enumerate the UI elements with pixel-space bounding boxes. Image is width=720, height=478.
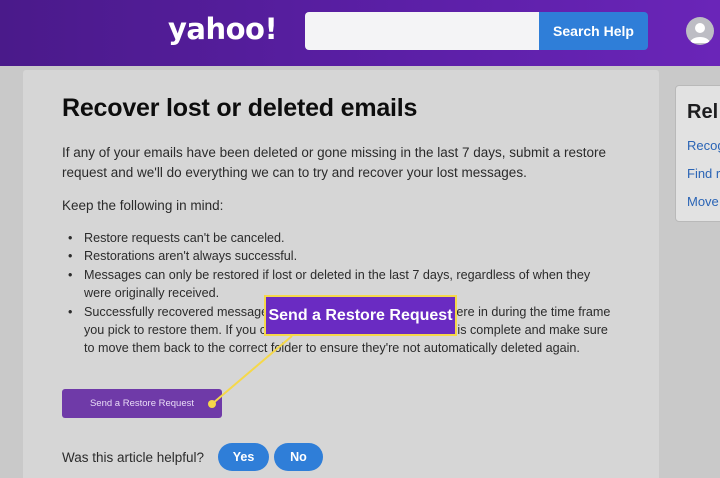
related-link[interactable]: Find r [687,166,720,181]
callout-label: Send a Restore Request [264,295,457,336]
yahoo-logo[interactable]: yahoo! [168,12,278,46]
search-input[interactable] [305,12,541,50]
user-avatar-icon[interactable] [686,17,714,45]
send-restore-request-button[interactable]: Send a Restore Request [62,389,222,418]
helpful-question: Was this article helpful? [62,450,205,465]
related-link[interactable]: Move [687,194,719,209]
notes-list: Restore requests can't be canceled. Rest… [68,229,616,358]
list-item: Restore requests can't be canceled. [68,229,616,248]
yes-button[interactable]: Yes [218,443,269,471]
list-item: Restorations aren't always successful. [68,247,616,266]
article-intro: If any of your emails have been deleted … [62,145,607,180]
page-title: Recover lost or deleted emails [62,94,418,122]
search-help-button[interactable]: Search Help [539,12,648,50]
no-button[interactable]: No [274,443,323,471]
related-articles-panel: Rel Recog Find r Move [675,85,720,222]
related-title: Rel [687,101,719,123]
related-link[interactable]: Recog [687,138,720,153]
top-header-bar: yahoo! Search Help [0,0,720,66]
keep-in-mind-label: Keep the following in mind: [62,198,224,213]
